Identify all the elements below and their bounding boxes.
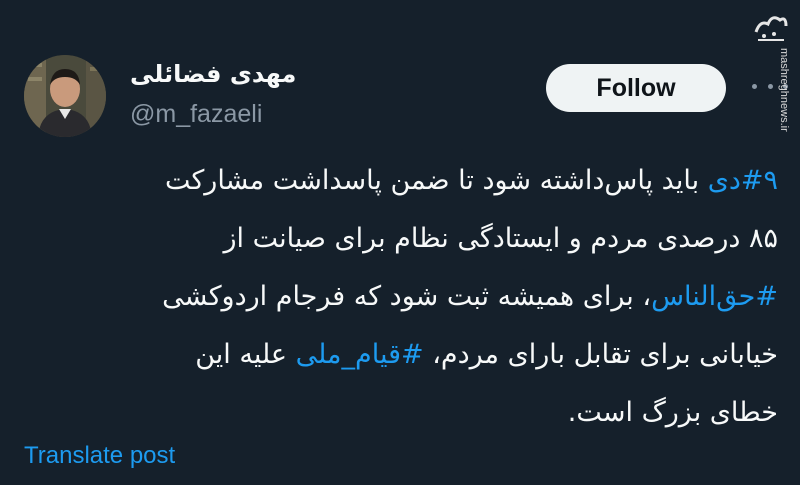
follow-button[interactable]: Follow <box>546 64 726 112</box>
tweet-line: #۹دی باید پاس‌داشته شود تا ضمن پاسداشت م… <box>28 152 778 210</box>
tweet-text-segment: خیابانی برای تقابل بارای مردم، <box>423 339 778 370</box>
watermark-url: mashreghnews.ir <box>778 48 790 132</box>
tweet-text-segment: ۸۵ درصدی مردم و ایستادگی نظام برای صیانت… <box>223 223 779 254</box>
hashtag-link[interactable]: #حق‌الناس <box>651 281 778 312</box>
tweet-line: خیابانی برای تقابل بارای مردم، #قیام_ملی… <box>28 326 778 384</box>
author-avatar[interactable] <box>24 55 106 137</box>
tweet-text-segment: خطای بزرگ است. <box>567 397 778 428</box>
tweet-text-segment: ، برای همیشه ثبت شود که فرجام اردوکشی <box>162 281 652 312</box>
tweet-line: خطای بزرگ است. <box>28 384 778 442</box>
mashregh-logo <box>752 10 790 44</box>
author-display-name[interactable]: مهدی فضائلی <box>130 60 296 88</box>
hashtag-link[interactable]: #۹دی <box>708 165 778 196</box>
tweet-text-segment: باید پاس‌داشته شود تا ضمن پاسداشت مشارکت <box>164 165 708 196</box>
tweet-line: #حق‌الناس، برای همیشه ثبت شود که فرجام ا… <box>28 268 778 326</box>
tweet-text-segment: علیه این <box>195 339 296 370</box>
author-handle[interactable]: @m_fazaeli <box>130 100 262 129</box>
hashtag-link[interactable]: #قیام_ملی <box>296 339 424 370</box>
translate-post-link[interactable]: Translate post <box>24 442 175 470</box>
tweet-text: #۹دی باید پاس‌داشته شود تا ضمن پاسداشت م… <box>28 152 778 442</box>
tweet-line: ۸۵ درصدی مردم و ایستادگی نظام برای صیانت… <box>28 210 779 268</box>
